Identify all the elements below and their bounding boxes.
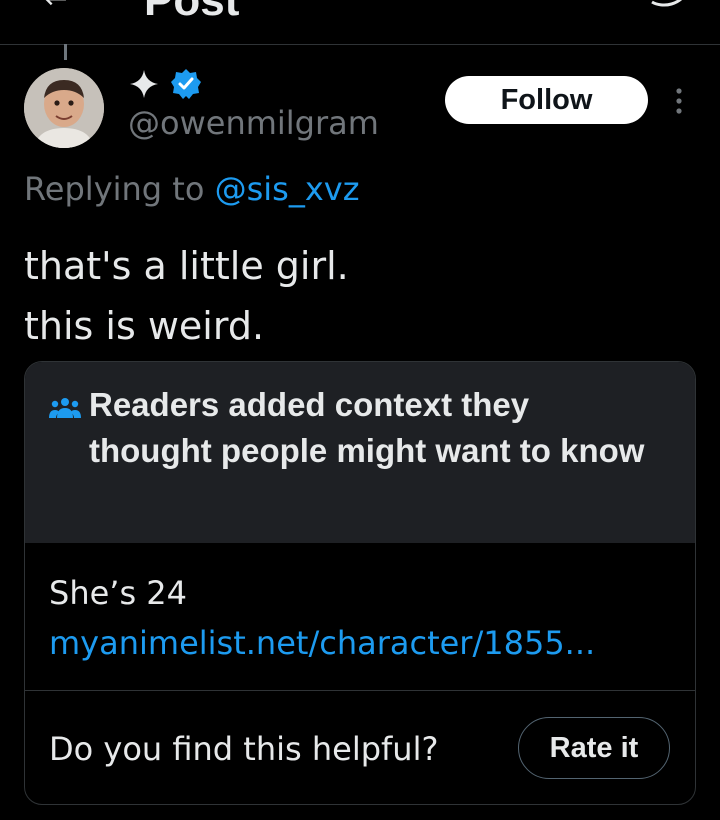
post-text: that's a little girl. this is weird.: [24, 236, 349, 356]
grok-icon[interactable]: [648, 0, 692, 8]
follow-button[interactable]: Follow: [445, 76, 648, 124]
verified-badge-icon: [171, 69, 201, 99]
divider: [25, 690, 695, 691]
community-note-header: Readers added context they thought peopl…: [25, 362, 695, 543]
author-handle[interactable]: @owenmilgram: [128, 104, 379, 142]
avatar[interactable]: [24, 68, 104, 148]
avatar-image: [24, 68, 104, 148]
people-icon: [49, 398, 81, 418]
community-note-link[interactable]: myanimelist.net/character/1855...: [49, 624, 595, 662]
top-bar: ← Post: [0, 0, 720, 45]
rate-it-button[interactable]: Rate it: [518, 717, 670, 779]
replying-mention[interactable]: @sis_xvz: [215, 170, 360, 208]
back-arrow-icon[interactable]: ←: [44, 0, 70, 13]
post-text-line: this is weird.: [24, 304, 265, 348]
helpful-question: Do you find this helpful?: [49, 730, 439, 768]
page-title: Post: [144, 0, 240, 25]
thread-line: [64, 44, 67, 60]
community-note-title: Readers added context they thought peopl…: [89, 386, 645, 469]
community-note-body: She’s 24: [49, 574, 188, 612]
replying-to: Replying to @sis_xvz: [24, 170, 359, 208]
replying-prefix: Replying to: [24, 170, 205, 208]
post-text-line: that's a little girl.: [24, 244, 349, 288]
sparkle-icon: [130, 70, 158, 98]
author-name-row[interactable]: [128, 66, 202, 102]
community-note: Readers added context they thought peopl…: [24, 361, 696, 805]
more-vertical-icon[interactable]: [670, 86, 688, 116]
